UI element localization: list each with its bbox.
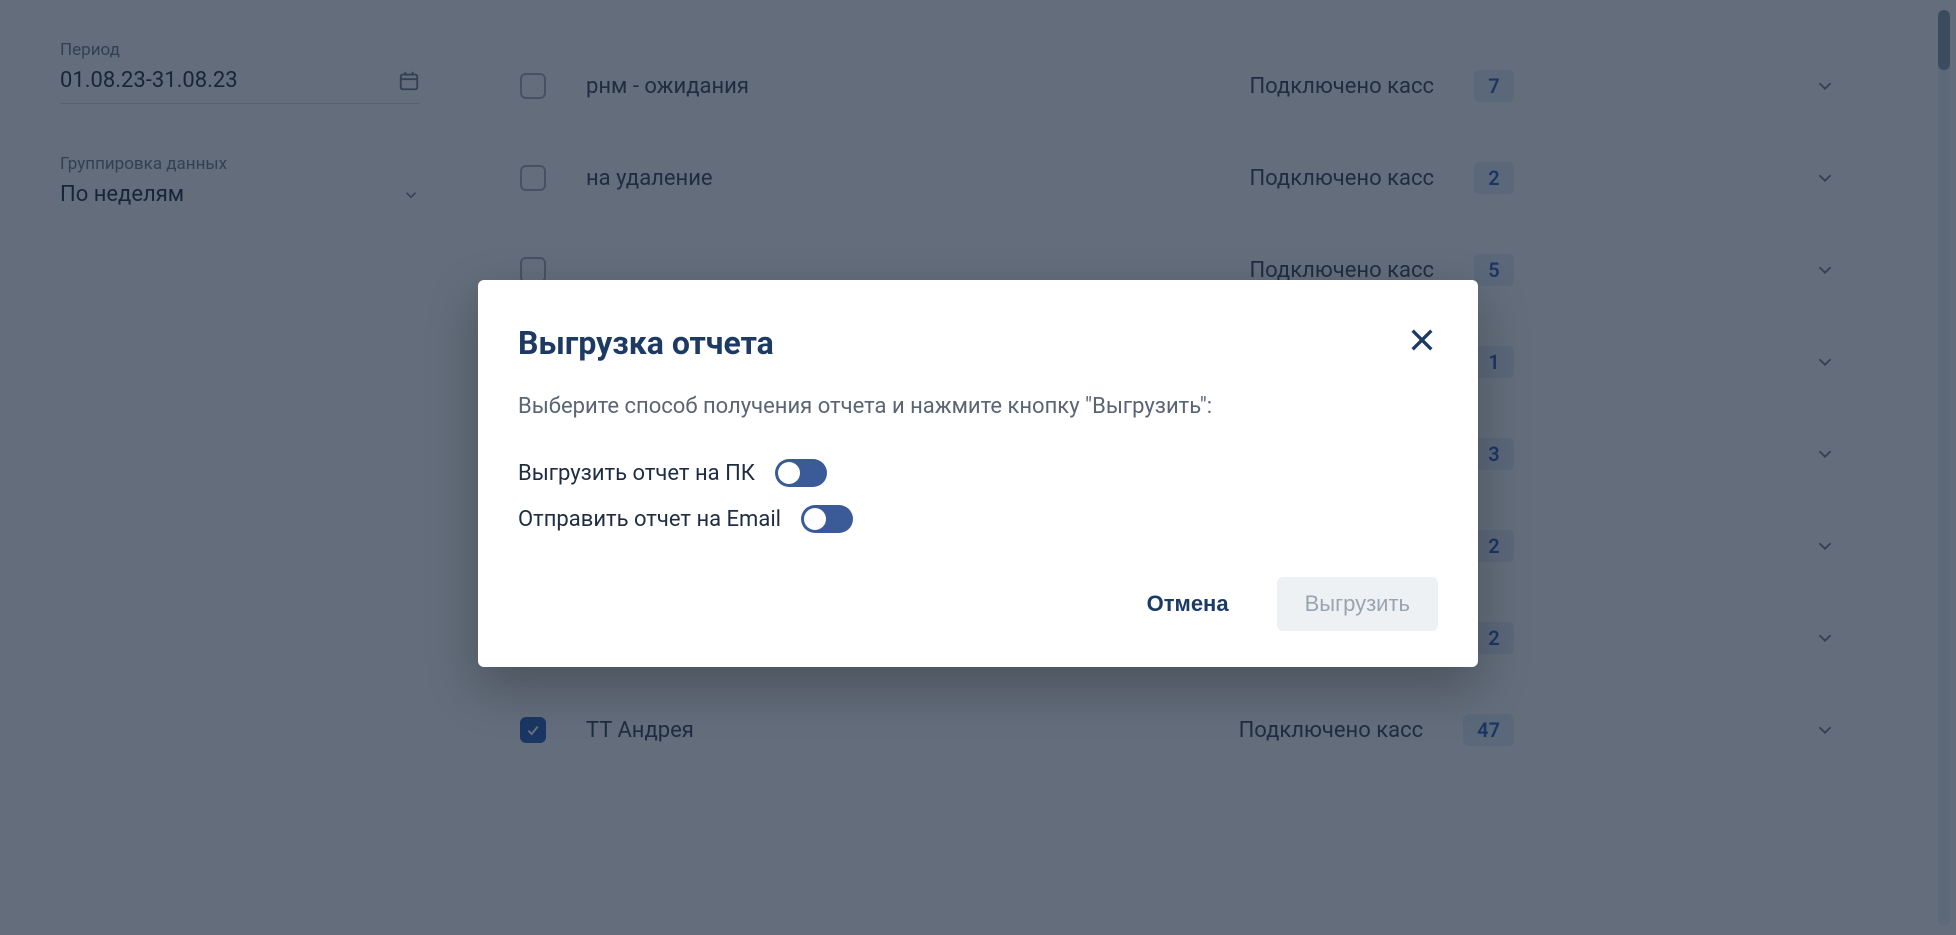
toggle-knob [778,462,800,484]
export-modal: Выгрузка отчета Выберите способ получени… [478,280,1478,667]
option-send-email-label: Отправить отчет на Email [518,507,781,532]
cancel-button[interactable]: Отмена [1119,577,1257,631]
modal-title: Выгрузка отчета [518,324,774,362]
toggle-send-email[interactable] [801,505,853,533]
option-download-pc: Выгрузить отчет на ПК [518,459,1438,487]
toggle-download-pc[interactable] [775,459,827,487]
option-download-pc-label: Выгрузить отчет на ПК [518,461,755,486]
modal-footer: Отмена Выгрузить [518,577,1438,631]
toggle-knob [804,508,826,530]
option-send-email: Отправить отчет на Email [518,505,1438,533]
modal-subtitle: Выберите способ получения отчета и нажми… [518,390,1438,423]
modal-header: Выгрузка отчета [518,324,1438,362]
submit-button[interactable]: Выгрузить [1277,577,1438,631]
modal-overlay[interactable]: Выгрузка отчета Выберите способ получени… [0,0,1956,935]
close-icon[interactable] [1406,324,1438,356]
